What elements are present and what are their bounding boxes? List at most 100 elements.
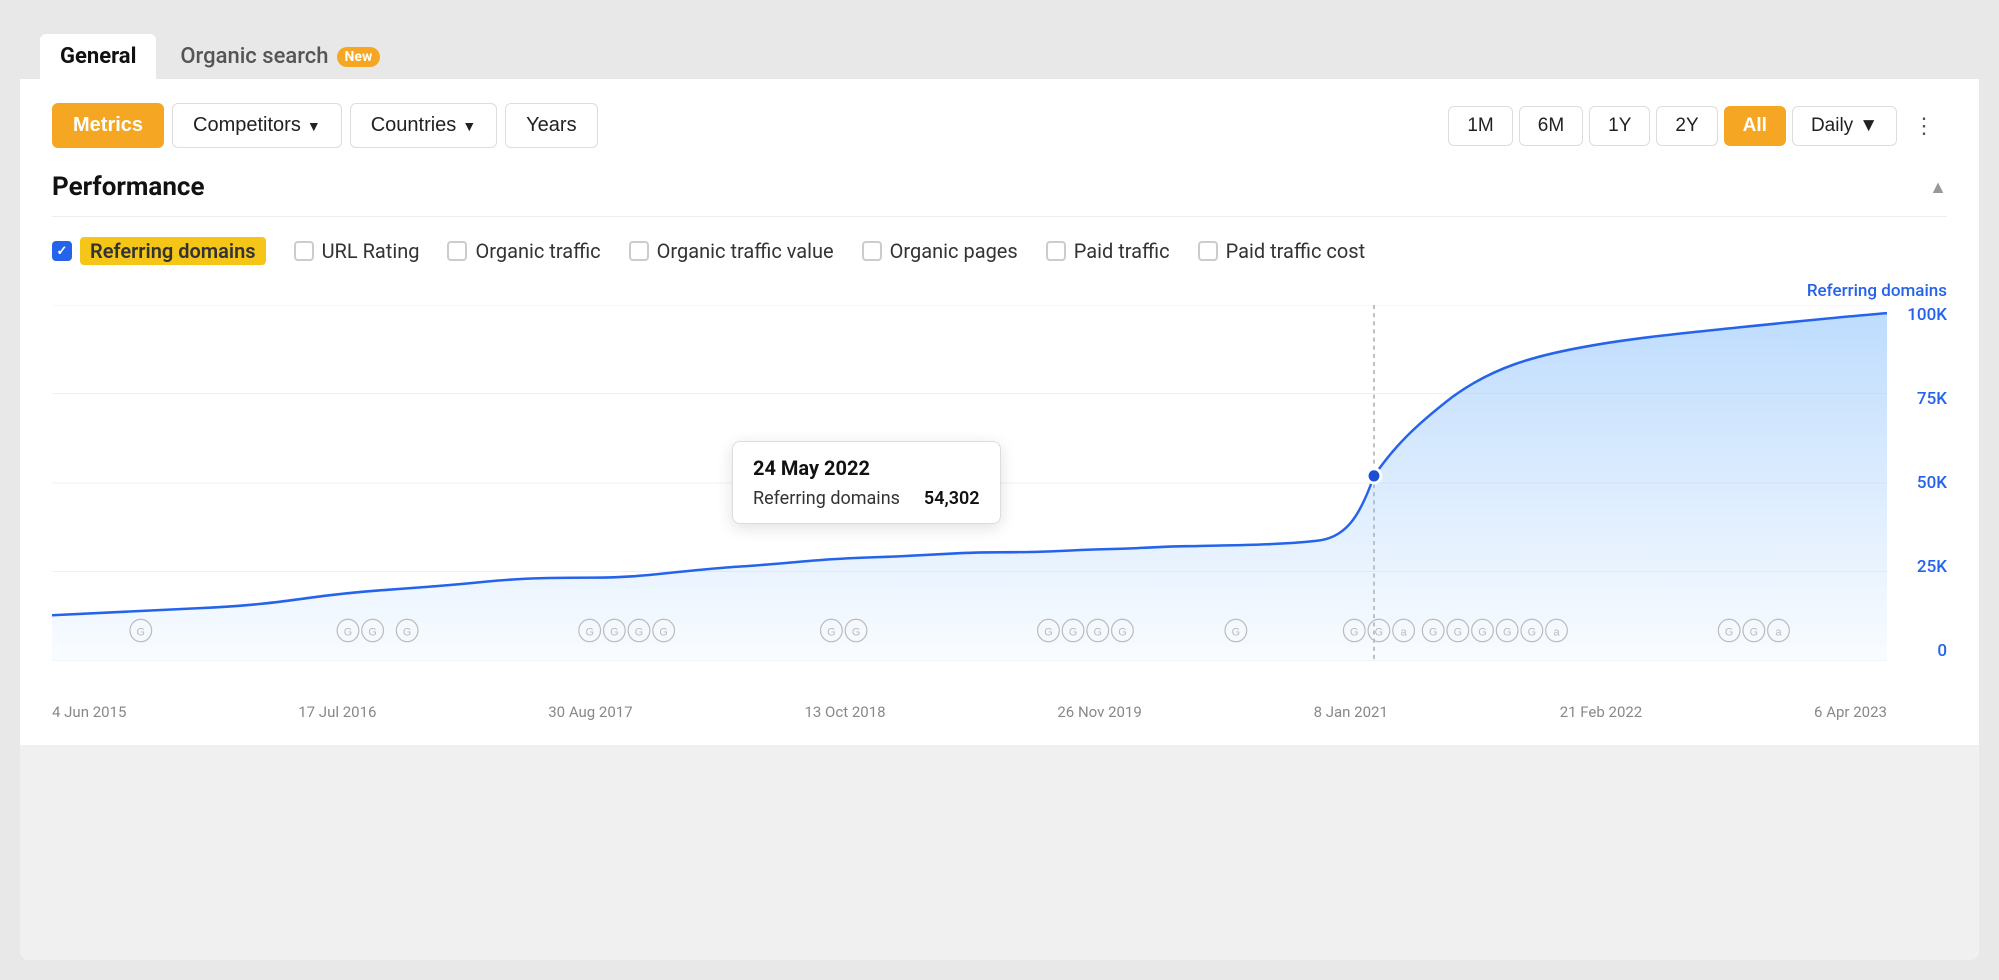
checkbox-url-rating[interactable] — [294, 241, 314, 261]
badge-new: New — [337, 47, 381, 67]
tab-general-label: General — [60, 44, 136, 69]
metric-paid-traffic-label: Paid traffic — [1074, 239, 1170, 263]
svg-text:G: G — [1118, 626, 1126, 638]
checkbox-organic-traffic[interactable] — [447, 241, 467, 261]
time-all-button[interactable]: All — [1724, 106, 1786, 146]
chart-legend-referring-domains: Referring domains — [1807, 281, 1947, 301]
svg-text:G: G — [1094, 626, 1102, 638]
svg-text:G: G — [610, 626, 618, 638]
x-label-6: 21 Feb 2022 — [1560, 703, 1643, 721]
metrics-button[interactable]: Metrics — [52, 103, 164, 148]
time-6m-button[interactable]: 6M — [1519, 106, 1583, 146]
checkbox-referring-domains[interactable] — [52, 241, 72, 261]
svg-text:G: G — [137, 626, 145, 638]
checkbox-organic-traffic-value[interactable] — [629, 241, 649, 261]
svg-text:G: G — [827, 626, 835, 638]
metric-url-rating-label: URL Rating — [322, 239, 420, 263]
checkbox-paid-traffic[interactable] — [1046, 241, 1066, 261]
metrics-row: Referring domains URL Rating Organic tra… — [52, 237, 1947, 265]
svg-text:G: G — [1528, 626, 1536, 638]
svg-text:G: G — [1232, 626, 1240, 638]
chart-area: G G G G G — [52, 305, 1887, 661]
toolbar-left: Metrics Competitors ▼ Countries ▼ Years — [52, 103, 598, 148]
tab-organic-search[interactable]: Organic search New — [160, 34, 400, 79]
competitors-label: Competitors — [193, 114, 301, 137]
svg-text:G: G — [1750, 626, 1758, 638]
x-label-7: 6 Apr 2023 — [1814, 703, 1887, 721]
x-label-2: 30 Aug 2017 — [548, 703, 632, 721]
metric-paid-traffic-cost-label: Paid traffic cost — [1226, 239, 1366, 263]
x-label-1: 17 Jul 2016 — [298, 703, 376, 721]
tab-bar: General Organic search New — [20, 20, 1979, 79]
x-label-4: 26 Nov 2019 — [1057, 703, 1141, 721]
metric-organic-traffic-value[interactable]: Organic traffic value — [629, 239, 834, 263]
daily-label: Daily — [1811, 115, 1853, 137]
x-axis-labels: 4 Jun 2015 17 Jul 2016 30 Aug 2017 13 Oc… — [52, 666, 1887, 721]
svg-text:G: G — [1429, 626, 1437, 638]
time-1m-button[interactable]: 1M — [1448, 106, 1512, 146]
toolbar: Metrics Competitors ▼ Countries ▼ Years … — [52, 103, 1947, 148]
y-label-0: 0 — [1937, 641, 1947, 661]
daily-button[interactable]: Daily ▼ — [1792, 106, 1897, 146]
main-container: General Organic search New Metrics Compe… — [20, 20, 1979, 960]
x-label-0: 4 Jun 2015 — [52, 703, 126, 721]
svg-text:G: G — [1454, 626, 1462, 638]
metric-organic-traffic-value-label: Organic traffic value — [657, 239, 834, 263]
tab-organic-search-label: Organic search — [180, 44, 328, 69]
metric-paid-traffic[interactable]: Paid traffic — [1046, 239, 1170, 263]
content-area: Metrics Competitors ▼ Countries ▼ Years … — [20, 79, 1979, 745]
x-label-3: 13 Oct 2018 — [804, 703, 885, 721]
countries-label: Countries — [371, 114, 457, 137]
svg-text:G: G — [1503, 626, 1511, 638]
svg-text:G: G — [1375, 626, 1383, 638]
countries-chevron-icon: ▼ — [462, 118, 476, 134]
metrics-label: Metrics — [73, 114, 143, 137]
tab-general[interactable]: General — [40, 34, 156, 79]
metric-referring-domains[interactable]: Referring domains — [52, 237, 266, 265]
svg-text:G: G — [1725, 626, 1733, 638]
years-button[interactable]: Years — [505, 103, 597, 148]
metric-paid-traffic-cost[interactable]: Paid traffic cost — [1198, 239, 1366, 263]
performance-header: Performance ▲ — [52, 172, 1947, 217]
checkbox-organic-pages[interactable] — [862, 241, 882, 261]
metric-organic-traffic-label: Organic traffic — [475, 239, 600, 263]
time-1y-button[interactable]: 1Y — [1589, 106, 1650, 146]
y-axis-labels: 100K 75K 50K 25K 0 — [1889, 305, 1947, 661]
metric-referring-domains-label: Referring domains — [80, 237, 266, 265]
more-options-button[interactable]: ⋮ — [1903, 105, 1947, 147]
metric-url-rating[interactable]: URL Rating — [294, 239, 420, 263]
daily-chevron-icon: ▼ — [1859, 115, 1878, 137]
svg-text:G: G — [1069, 626, 1077, 638]
competitors-chevron-icon: ▼ — [307, 118, 321, 134]
chart-svg: G G G G G — [52, 305, 1887, 661]
time-2y-button[interactable]: 2Y — [1656, 106, 1717, 146]
checkbox-paid-traffic-cost[interactable] — [1198, 241, 1218, 261]
svg-text:G: G — [635, 626, 643, 638]
svg-text:G: G — [344, 626, 352, 638]
svg-text:a: a — [1401, 626, 1408, 638]
years-label: Years — [526, 114, 576, 137]
x-label-5: 8 Jan 2021 — [1314, 703, 1388, 721]
svg-text:G: G — [1478, 626, 1486, 638]
collapse-button[interactable]: ▲ — [1929, 177, 1947, 198]
svg-text:G: G — [368, 626, 376, 638]
svg-text:G: G — [659, 626, 667, 638]
competitors-button[interactable]: Competitors ▼ — [172, 103, 342, 148]
svg-text:a: a — [1553, 626, 1560, 638]
performance-section: Performance ▲ Referring domains URL Rati… — [52, 172, 1947, 721]
metric-organic-pages[interactable]: Organic pages — [862, 239, 1018, 263]
chart-tooltip-dot — [1367, 469, 1381, 483]
svg-text:G: G — [1044, 626, 1052, 638]
y-label-25k: 25K — [1917, 557, 1947, 577]
chart-container: Referring domains 100K 75K 50K 25K 0 — [52, 281, 1947, 721]
countries-button[interactable]: Countries ▼ — [350, 103, 497, 148]
svg-text:G: G — [585, 626, 593, 638]
y-label-100k: 100K — [1907, 305, 1947, 325]
performance-title: Performance — [52, 172, 205, 202]
metric-organic-traffic[interactable]: Organic traffic — [447, 239, 600, 263]
svg-text:G: G — [852, 626, 860, 638]
svg-text:G: G — [403, 626, 411, 638]
y-label-75k: 75K — [1917, 389, 1947, 409]
y-label-50k: 50K — [1917, 473, 1947, 493]
toolbar-right: 1M 6M 1Y 2Y All Daily ▼ — [1448, 105, 1947, 147]
